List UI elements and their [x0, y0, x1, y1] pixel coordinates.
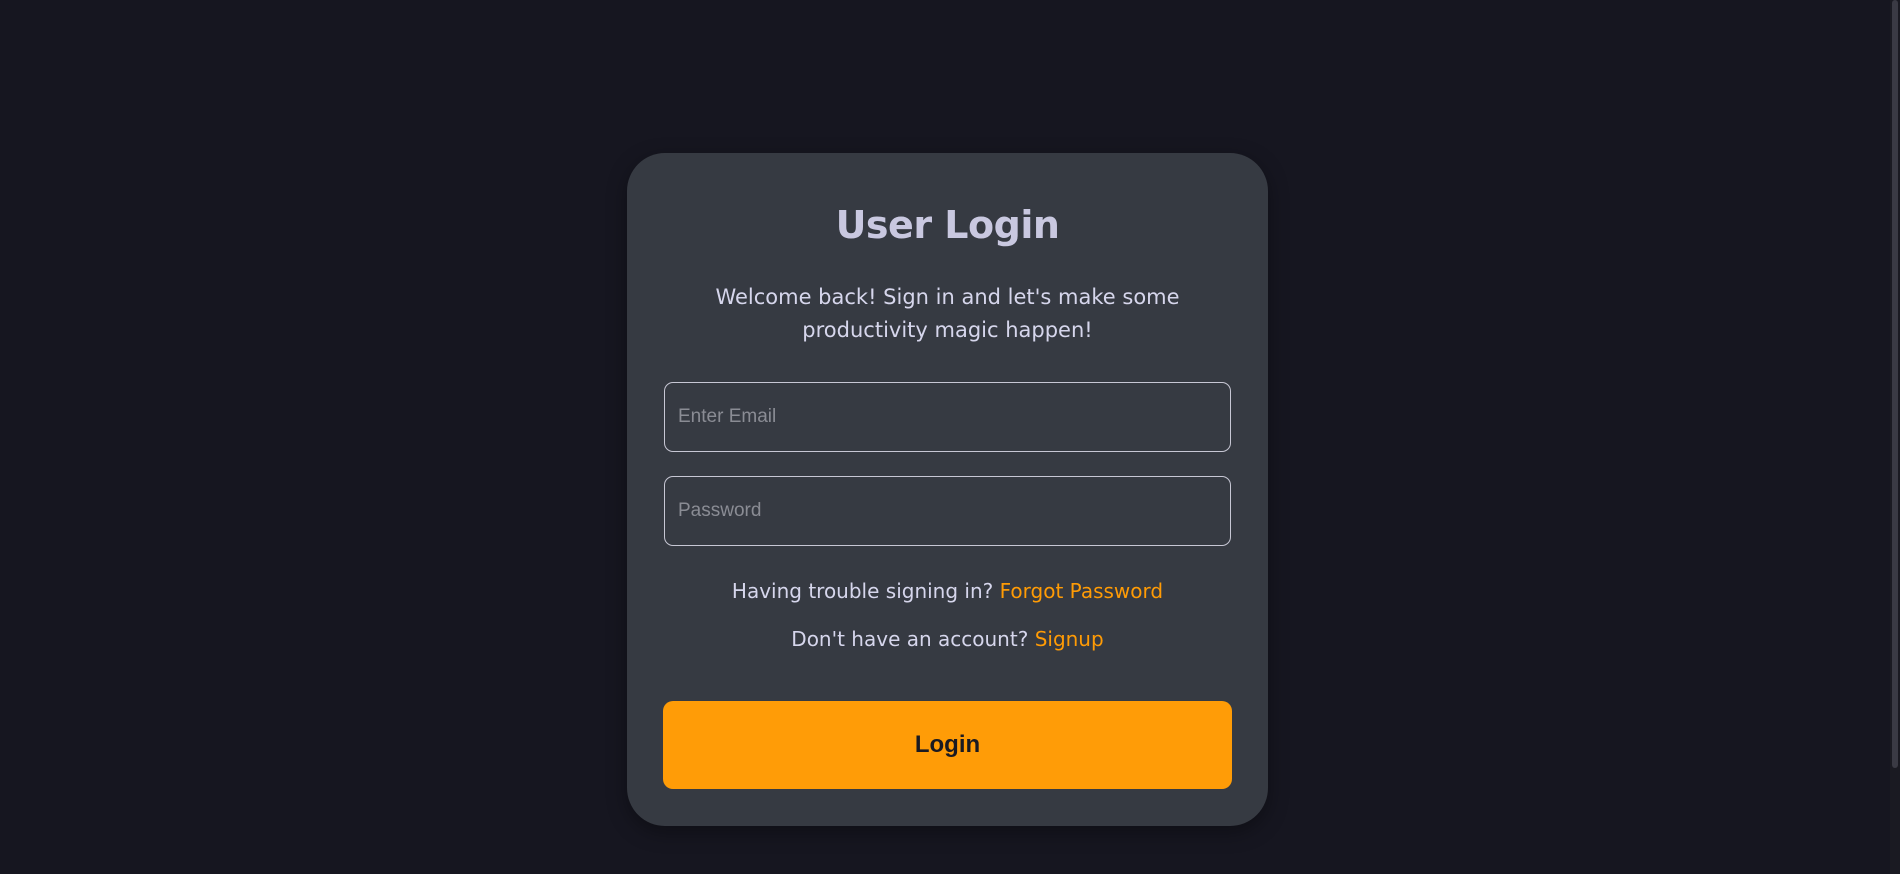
email-input[interactable] — [664, 382, 1231, 452]
login-page: User Login Welcome back! Sign in and let… — [0, 0, 1900, 874]
scrollbar-thumb[interactable] — [1892, 0, 1898, 768]
login-card: User Login Welcome back! Sign in and let… — [627, 153, 1268, 826]
page-title: User Login — [835, 203, 1060, 247]
trouble-signing-in-line: Having trouble signing in? Forgot Passwo… — [627, 579, 1268, 603]
scrollbar[interactable] — [1890, 0, 1900, 874]
welcome-subtitle: Welcome back! Sign in and let's make som… — [715, 285, 1180, 342]
signup-link[interactable]: Signup — [1035, 627, 1104, 651]
signup-line: Don't have an account? Signup — [627, 627, 1268, 651]
trouble-text: Having trouble signing in? — [731, 579, 1000, 603]
no-account-text: Don't have an account? — [791, 627, 1035, 651]
login-button[interactable]: Login — [663, 701, 1232, 789]
password-input[interactable] — [664, 476, 1231, 546]
forgot-password-link[interactable]: Forgot Password — [1000, 579, 1163, 603]
